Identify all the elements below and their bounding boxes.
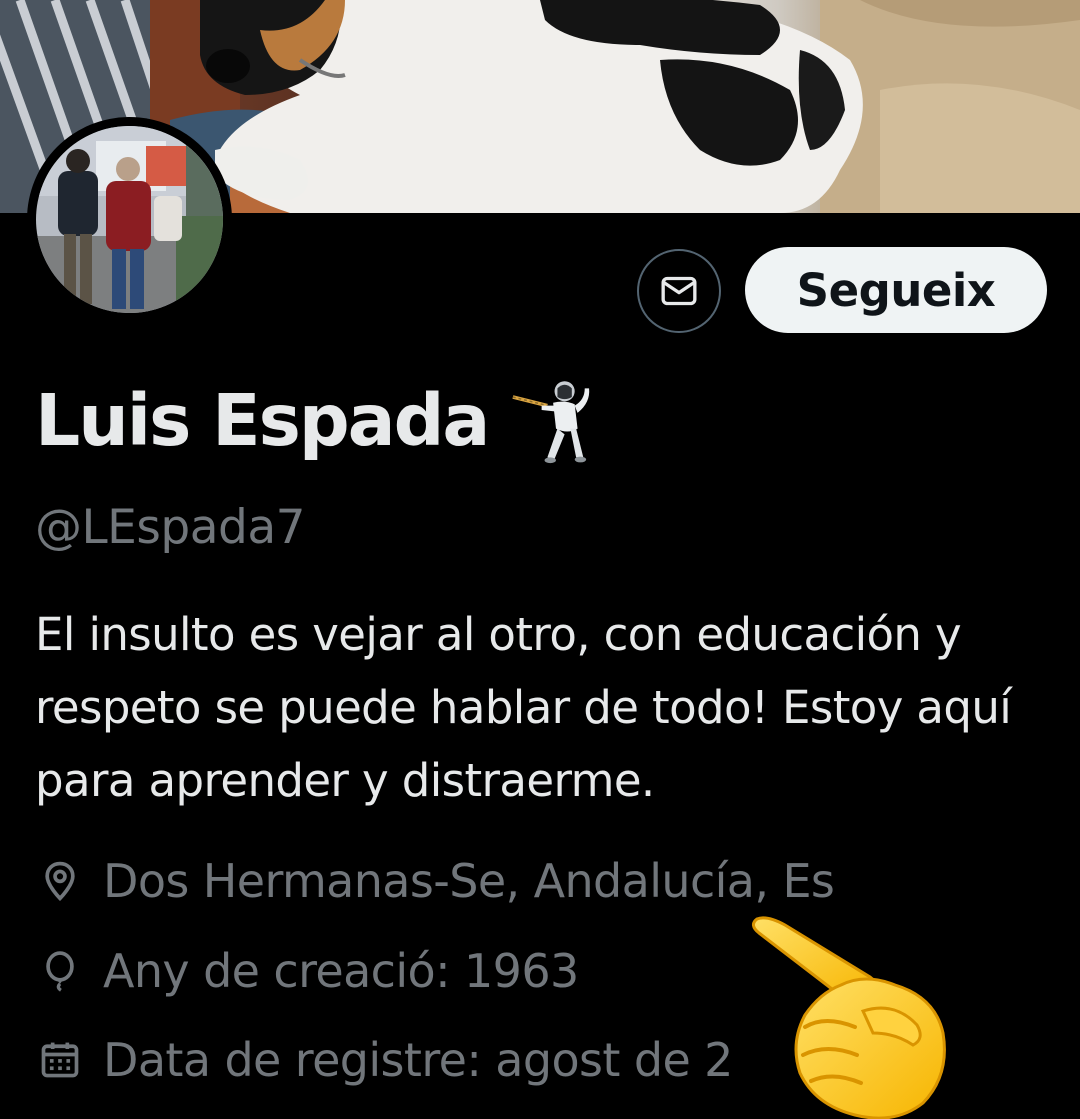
envelope-icon [661,276,697,306]
pointing-hand-emoji-icon [752,916,946,1119]
profile-location: Dos Hermanas-Se, Andalucía, Es [35,846,835,916]
profile-joined: Data de registre: agost de 2 [35,1025,733,1095]
profile-bio: El insulto es vejar al otro, con educaci… [35,608,1012,807]
display-name: Luis Espada [35,378,490,462]
calendar-icon [35,1035,85,1085]
joined-text: Data de registre: agost de 2 [103,1033,733,1087]
follow-button[interactable]: Segueix [745,247,1047,333]
birth-text: Any de creació: 1963 [103,944,579,998]
profile-handle: @LEspada7 [35,500,306,555]
location-text: Dos Hermanas-Se, Andalucía, Es [103,854,835,908]
location-pin-icon [35,856,85,906]
profile-name-row: Luis Espada [35,372,602,468]
balloon-icon [35,946,85,996]
profile-avatar[interactable] [27,117,232,322]
profile-screen: Segueix Luis Espada @LEspada7 El insulto… [0,0,1080,1119]
profile-birth: Any de creació: 1963 [35,936,579,1006]
fencer-emoji-icon [512,381,590,464]
avatar-photo [36,126,223,313]
message-button[interactable] [637,249,721,333]
